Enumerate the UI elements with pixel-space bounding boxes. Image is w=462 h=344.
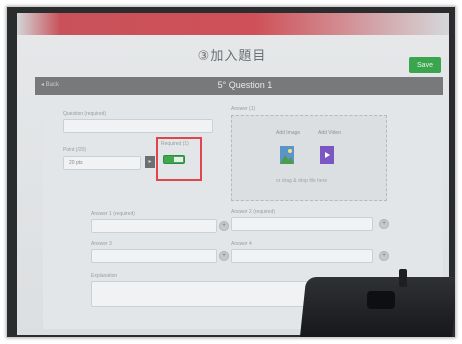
answer-3-add-icon[interactable]: +	[219, 251, 229, 261]
explanation-label: Explanation	[91, 273, 118, 279]
answer-4-input[interactable]	[231, 249, 373, 263]
photo-frame: ③加入題目 Save ◂ Back 5° Question 1 Question…	[6, 6, 456, 338]
answer-3-input[interactable]	[91, 249, 217, 263]
back-button[interactable]: ◂ Back	[41, 81, 59, 88]
question-title: 5° Question 1	[217, 80, 273, 90]
toggle-knob	[174, 157, 183, 162]
media-dropzone[interactable]: Add Image Add Video or drag & drop file	[231, 115, 387, 201]
answer-2-label: Answer 2 (required)	[231, 209, 275, 215]
required-toggle[interactable]	[163, 155, 185, 164]
answer-4-add-icon[interactable]: +	[379, 251, 389, 261]
image-icon[interactable]	[280, 146, 294, 164]
points-dropdown-button[interactable]: ▸	[145, 156, 155, 168]
answer-2-input[interactable]	[231, 217, 373, 231]
answer-1-input[interactable]	[91, 219, 217, 233]
answer-1-add-icon[interactable]: +	[219, 221, 229, 231]
answer-4-label: Answer 4	[231, 241, 252, 247]
answer-label: Answer (1)	[231, 106, 256, 112]
points-value: 20 pts	[69, 160, 83, 166]
answer-1-label: Answer 1 (required)	[91, 211, 135, 217]
answer-3-label: Answer 3	[91, 241, 112, 247]
camera-lens	[367, 291, 395, 309]
top-red-strip	[17, 13, 449, 35]
points-label: Point (/20)	[63, 147, 87, 153]
question-header-bar: ◂ Back 5° Question 1	[35, 77, 443, 95]
question-input[interactable]	[63, 119, 213, 133]
save-button[interactable]: Save	[409, 57, 441, 73]
add-video-label: Add Video	[318, 130, 341, 136]
required-toggle-label: Required (1)	[161, 141, 189, 147]
video-icon[interactable]	[320, 146, 334, 164]
question-label: Question (required)	[63, 111, 107, 117]
dropzone-hint: or drag & drop file here	[276, 178, 328, 184]
answer-2-add-icon[interactable]: +	[379, 219, 389, 229]
add-image-label: Add Image	[276, 130, 301, 136]
points-input[interactable]: 20 pts	[63, 156, 141, 170]
page-heading: ③加入題目	[197, 48, 267, 63]
camera-mount	[399, 269, 407, 287]
